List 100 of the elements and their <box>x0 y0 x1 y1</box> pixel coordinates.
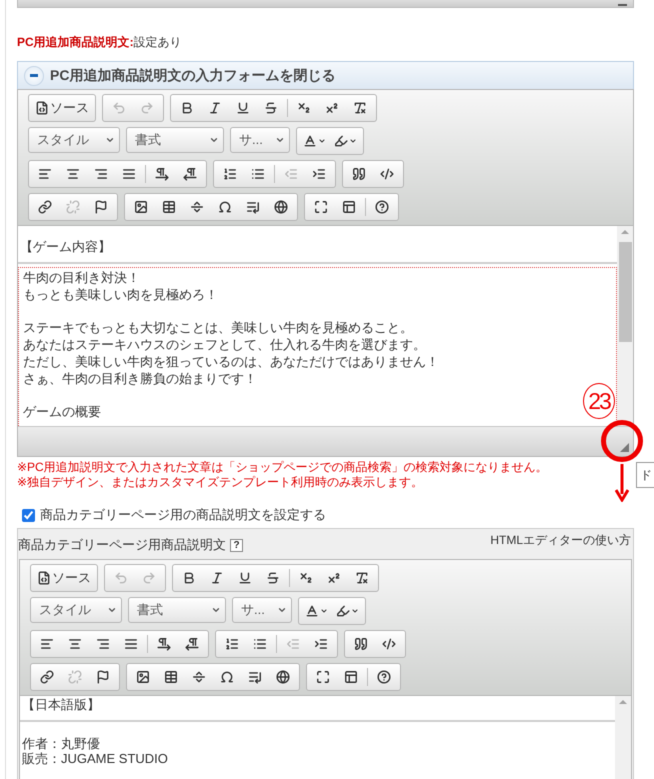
italic-icon <box>208 101 222 115</box>
caret-icon <box>320 607 328 615</box>
down-arrow <box>615 464 629 502</box>
align-center-icon <box>68 637 82 651</box>
rtl-icon <box>185 637 199 651</box>
underline-icon <box>238 571 252 585</box>
ltr-icon <box>155 167 169 181</box>
redo-icon <box>140 101 154 115</box>
maximize-icon <box>314 200 328 214</box>
caret-icon <box>209 135 219 145</box>
link-icon <box>38 200 52 214</box>
source-icon <box>37 571 51 585</box>
caret-icon <box>351 607 359 615</box>
caret-icon <box>277 605 287 615</box>
caret-icon <box>349 137 357 145</box>
image-icon <box>134 200 148 214</box>
content-line: ただし、美味しい牛肉を狙っているのは、あなただけではありません！ <box>23 353 440 370</box>
rtl-icon <box>183 167 197 181</box>
content-line: ステーキでもっとも大切なことは、美味しい牛肉を見極めること。 <box>23 319 414 336</box>
warning-note: ※PC用追加説明文で入力された文章は「ショップページでの商品検索」の検索対象になりません。 <box>17 460 549 475</box>
content-heading: 【ゲーム内容】 <box>18 226 617 264</box>
format-dropdown[interactable]: スタイル <box>28 127 120 153</box>
content-line: もっとも美味しい肉を見極めろ！ <box>23 286 219 303</box>
align-left-icon <box>38 167 52 181</box>
outdent-icon <box>286 637 300 651</box>
source-icon <box>35 101 49 115</box>
content-line: 牛肉の目利き対決！ <box>23 269 141 286</box>
align-right-icon <box>94 167 108 181</box>
clear-format-icon <box>355 571 369 585</box>
justify-icon <box>122 167 136 181</box>
outdent-icon <box>284 167 298 181</box>
editor-content[interactable]: 【日本語版】 作者：丸野優 販売：JUGAME STUDIO <box>20 696 631 779</box>
horizontal-line-icon <box>190 200 204 214</box>
help-icon[interactable]: ? <box>230 538 243 552</box>
source-button[interactable]: ソース <box>31 96 93 120</box>
format-dropdown[interactable]: サ... <box>232 597 292 623</box>
checkbox[interactable] <box>22 508 35 522</box>
form-toggle-header[interactable]: PC用追加商品説明文の入力フォームを閉じる <box>17 61 634 89</box>
scrollbar[interactable] <box>617 226 633 426</box>
panel-title: 商品カテゴリーページ用商品説明文 <box>18 536 226 554</box>
bold-icon <box>182 571 196 585</box>
special-character-icon <box>218 200 232 214</box>
undo-icon <box>114 571 128 585</box>
content-line: さぁ、牛肉の目利き勝負の始まりです！ <box>23 370 258 387</box>
background-color-icon <box>334 134 348 148</box>
caret-icon <box>105 135 115 145</box>
strikethrough-icon <box>264 101 278 115</box>
unlink-icon <box>68 670 82 684</box>
superscript-icon <box>325 101 339 115</box>
globe-icon <box>276 670 290 684</box>
superscript-icon <box>327 571 341 585</box>
anchor-icon <box>94 200 108 214</box>
help-icon <box>375 200 389 214</box>
italic-icon <box>210 571 224 585</box>
align-center-icon <box>66 167 80 181</box>
indent-icon <box>314 637 328 651</box>
bulleted-list-icon <box>251 167 265 181</box>
indent-icon <box>312 167 326 181</box>
numbered-list-icon <box>225 637 239 651</box>
text-color-icon <box>303 134 317 148</box>
bold-icon <box>180 101 194 115</box>
background-color-icon <box>336 604 350 618</box>
horizontal-line-icon <box>192 670 206 684</box>
field-label: PC用追加商品説明文: <box>17 34 134 51</box>
special-character-icon <box>220 670 234 684</box>
globe-icon <box>274 200 288 214</box>
justify-icon <box>124 637 138 651</box>
help-link[interactable]: HTMLエディターの使い方 <box>490 532 633 549</box>
content-line: 販売：JUGAME STUDIO <box>22 751 169 766</box>
clear-format-icon <box>353 101 367 115</box>
maximize-icon <box>316 670 330 684</box>
bulleted-list-icon <box>253 637 267 651</box>
unlink-icon <box>66 200 80 214</box>
align-right-icon <box>96 637 110 651</box>
caret-icon <box>275 135 285 145</box>
field-value: 設定あり <box>134 34 182 51</box>
strikethrough-icon <box>266 571 280 585</box>
content-heading: 【日本語版】 <box>20 696 615 722</box>
format-dropdown[interactable]: 書式 <box>128 597 226 623</box>
format-dropdown[interactable]: スタイル <box>30 597 122 623</box>
caret-icon <box>211 605 221 615</box>
resize-handle[interactable] <box>620 443 629 452</box>
underline-icon <box>236 101 250 115</box>
format-dropdown[interactable]: 書式 <box>126 127 224 153</box>
table-icon <box>162 200 176 214</box>
format-dropdown[interactable]: サ... <box>230 127 290 153</box>
subscript-icon <box>299 571 313 585</box>
source-button[interactable]: ソース <box>33 566 95 590</box>
tooltip: ド <box>636 462 654 488</box>
link-icon <box>40 670 54 684</box>
subscript-icon <box>297 101 311 115</box>
text-color-icon <box>305 604 319 618</box>
content-line: 作者：丸野優 <box>22 736 101 751</box>
ltr-icon <box>157 637 171 651</box>
anchor-icon <box>96 670 110 684</box>
annotation-number: 23 <box>583 383 615 419</box>
table-icon <box>164 670 178 684</box>
blockquote-icon <box>354 637 368 651</box>
help-icon <box>377 670 391 684</box>
content-line: ゲームの概要 <box>23 403 102 420</box>
